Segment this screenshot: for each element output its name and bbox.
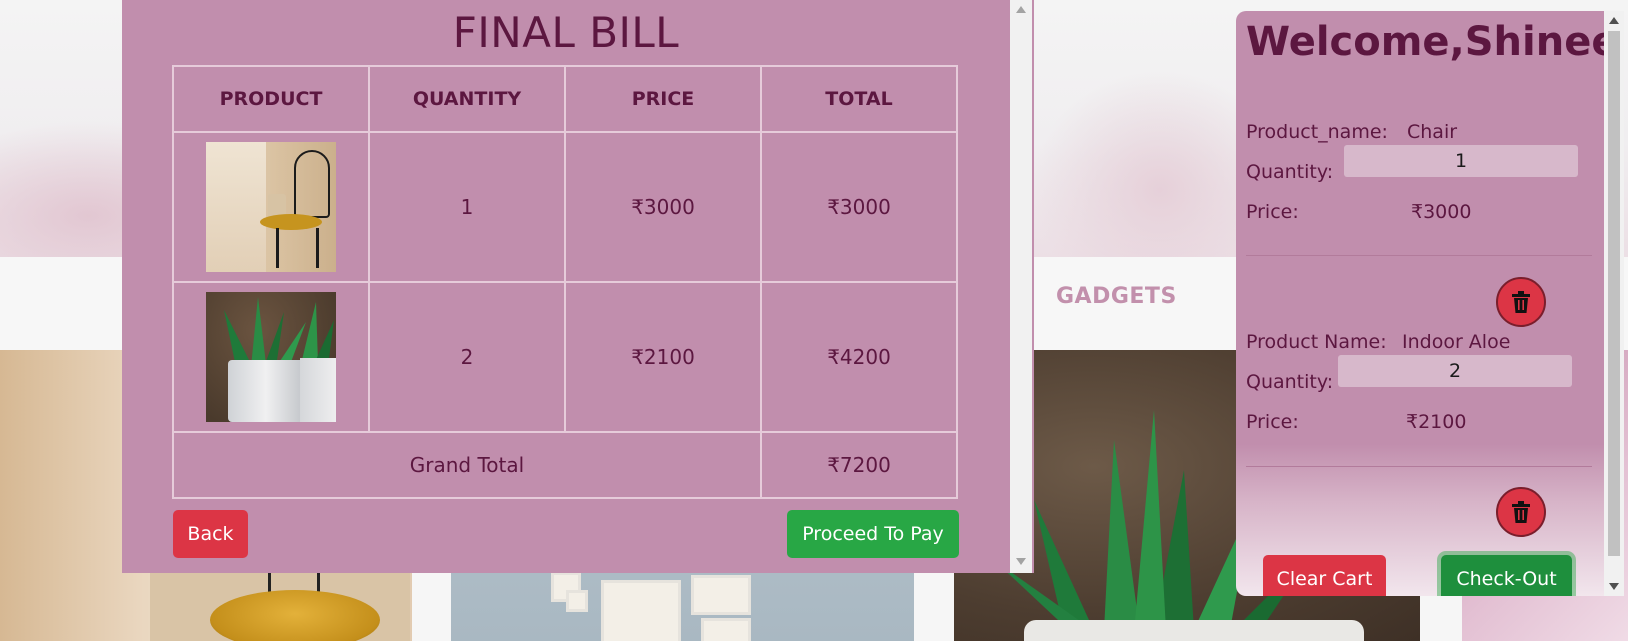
scroll-up-arrow-icon[interactable]: [1609, 17, 1619, 24]
image-pot: [300, 358, 336, 422]
image-wall: [206, 142, 266, 272]
bill-title: FINAL BILL: [452, 8, 680, 57]
cart-scrollbar[interactable]: [1604, 11, 1624, 596]
quantity-label: Quantity:: [1246, 371, 1334, 393]
quantity-input[interactable]: 1: [1344, 145, 1578, 177]
grand-total-row: Grand Total ₹7200: [172, 431, 958, 499]
bill-scrollbar[interactable]: [1010, 0, 1032, 573]
back-button[interactable]: Back: [173, 510, 248, 558]
scroll-down-arrow-icon[interactable]: [1609, 583, 1619, 590]
quantity-input[interactable]: 2: [1338, 355, 1572, 387]
checkout-button[interactable]: Check-Out: [1441, 555, 1572, 596]
scroll-up-arrow-icon[interactable]: [1016, 6, 1026, 13]
price-label: Price:: [1246, 411, 1299, 433]
price-label: Price:: [1246, 201, 1299, 223]
final-bill-modal: FINAL BILL PRODUCT QUANTITY PRICE TOTAL …: [122, 0, 1034, 573]
image-frame: [701, 618, 751, 641]
product-image-indoor-aloe: [206, 292, 336, 422]
quantity-label: Quantity:: [1246, 161, 1334, 183]
scroll-down-arrow-icon[interactable]: [1016, 558, 1026, 565]
clear-cart-button[interactable]: Clear Cart: [1263, 555, 1386, 596]
grand-total-label: Grand Total: [172, 431, 762, 499]
product-image-chair: [206, 142, 336, 272]
column-header-price: PRICE: [564, 65, 762, 133]
quantity-cell: 2: [368, 281, 566, 433]
quantity-cell: 1: [368, 131, 566, 283]
bill-header-row: PRODUCT QUANTITY PRICE TOTAL: [172, 65, 958, 133]
image-frame: [566, 590, 588, 612]
scrollbar-thumb[interactable]: [1608, 31, 1620, 556]
image-chair-seat: [260, 214, 322, 230]
column-header-product: PRODUCT: [172, 65, 370, 133]
trash-icon: [1512, 501, 1530, 523]
nav-link-gadgets[interactable]: GADGETS: [1056, 284, 1177, 309]
total-cell: ₹4200: [760, 281, 958, 433]
grand-total-value: ₹7200: [760, 431, 958, 499]
product-cell: [172, 281, 370, 433]
welcome-heading: Welcome,Shinee: [1246, 19, 1604, 65]
image-frame: [691, 575, 751, 615]
price-value: ₹2100: [1406, 411, 1467, 433]
image-pot: [1024, 620, 1364, 641]
remove-item-button[interactable]: [1496, 277, 1546, 327]
price-value: ₹3000: [1411, 201, 1472, 223]
item-divider: [1246, 255, 1592, 256]
bill-table: PRODUCT QUANTITY PRICE TOTAL 1 ₹3000 ₹30…: [172, 65, 958, 499]
table-row: 1 ₹3000 ₹3000: [172, 131, 958, 283]
product-name-value: Chair: [1407, 121, 1458, 143]
product-name-label: Product_name:: [1246, 121, 1388, 143]
product-name-value: Indoor Aloe: [1402, 331, 1511, 353]
price-cell: ₹3000: [564, 131, 762, 283]
image-frame: [601, 580, 681, 641]
image-pot: [228, 360, 304, 422]
image-chair-leg: [276, 228, 279, 268]
total-cell: ₹3000: [760, 131, 958, 283]
image-chair-leg: [316, 228, 319, 268]
column-header-total: TOTAL: [760, 65, 958, 133]
cart-panel: Welcome,Shinee Product_name: Chair Quant…: [1236, 11, 1604, 596]
product-cell: [172, 131, 370, 283]
proceed-to-pay-button[interactable]: Proceed To Pay: [787, 510, 959, 558]
column-header-quantity: QUANTITY: [368, 65, 566, 133]
remove-item-button[interactable]: [1496, 487, 1546, 537]
product-name-label: Product Name:: [1246, 331, 1387, 353]
image-chair-back: [294, 150, 330, 218]
item-divider: [1246, 466, 1592, 467]
table-row: 2 ₹2100 ₹4200: [172, 281, 958, 433]
price-cell: ₹2100: [564, 281, 762, 433]
trash-icon: [1512, 291, 1530, 313]
image-chair-seat: [210, 590, 380, 641]
